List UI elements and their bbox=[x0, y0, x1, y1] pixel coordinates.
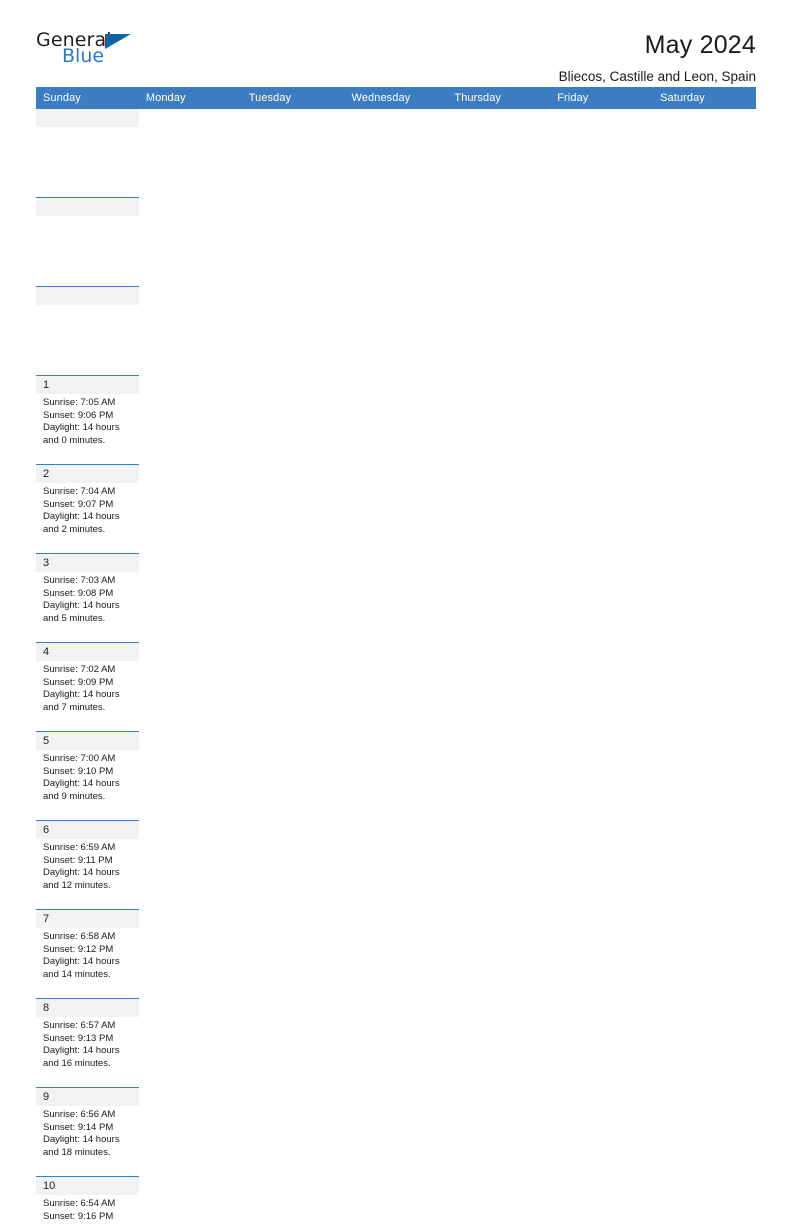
day-number bbox=[36, 198, 139, 216]
calendar-table: Sunday Monday Tuesday Wednesday Thursday Frid… bbox=[36, 87, 756, 1224]
day-sunrise-text: Sunrise: 6:59 AM bbox=[43, 842, 116, 853]
day-sunrise-text: Sunrise: 7:00 AM bbox=[43, 753, 116, 764]
day-sun-info: Sunrise: 7:02 AM Sunset: 9:09 PM Daylight:… bbox=[36, 661, 139, 714]
day-sun-info: Sunrise: 7:04 AM Sunset: 9:07 PM Daylight:… bbox=[36, 483, 139, 536]
day-daylight2-text: and 0 minutes. bbox=[43, 434, 106, 446]
calendar-day-cell[interactable]: 5 Sunrise: 7:00 AM Sunset: 9:10 PM Daylight… bbox=[36, 732, 139, 821]
page-title: May 2024 bbox=[644, 31, 756, 59]
day-sunset-text: Sunset: 9:11 PM bbox=[43, 854, 113, 866]
day-daylight1-text: Daylight: 14 hours bbox=[43, 956, 120, 968]
day-sun-info: Sunrise: 6:58 AM Sunset: 9:12 PM Daylight:… bbox=[36, 928, 139, 981]
day-daylight1-text: Daylight: 14 hours bbox=[43, 1045, 120, 1057]
day-sunset-text: Sunset: 9:09 PM bbox=[43, 676, 114, 688]
day-daylight2-text: and 18 minutes. bbox=[43, 1146, 111, 1158]
day-sun-info: Sunrise: 6:54 AMSunset: 9:16 PMDaylight:… bbox=[36, 1195, 139, 1224]
calendar-day-cell[interactable]: 2 Sunrise: 7:04 AM Sunset: 9:07 PM Daylight… bbox=[36, 465, 139, 554]
day-daylight2-text: and 9 minutes. bbox=[43, 790, 106, 802]
calendar-day-cell-empty bbox=[36, 109, 139, 198]
day-sunrise-text: Sunrise: 7:05 AM bbox=[43, 397, 116, 408]
day-sun-info: Sunrise: 6:56 AM Sunset: 9:14 PM Daylight:… bbox=[36, 1106, 139, 1159]
calendar-day-cell[interactable]: 3 Sunrise: 7:03 AM Sunset: 9:08 PM Daylight… bbox=[36, 554, 139, 643]
day-sunset-text: Sunset: 9:08 PM bbox=[43, 587, 114, 599]
day-daylight2-text: and 14 minutes. bbox=[43, 968, 111, 980]
weekday-header-tuesday: Tuesday bbox=[241, 87, 345, 109]
page-subtitle: Bliecos, Castille and Leon, Spain bbox=[558, 68, 756, 84]
day-daylight1-text: Daylight: 14 hours bbox=[43, 867, 120, 879]
day-daylight1-text: Daylight: 14 hours bbox=[43, 511, 120, 523]
day-number: 9 bbox=[36, 1088, 139, 1106]
day-sunset-text: Sunset: 9:13 PM bbox=[43, 1032, 114, 1044]
calendar-day-cell[interactable]: 6 Sunrise: 6:59 AM Sunset: 9:11 PM Daylight… bbox=[36, 821, 139, 910]
day-sunrise-text: Sunrise: 6:57 AM bbox=[43, 1020, 116, 1031]
calendar-body: 1 Sunrise: 7:05 AM Sunset: 9:06 PM Daylight… bbox=[36, 109, 756, 1224]
calendar-week-row: 5 Sunrise: 7:00 AM Sunset: 9:10 PM Daylight… bbox=[36, 732, 756, 1224]
day-number: 4 bbox=[36, 643, 139, 661]
day-sunset-text: Sunset: 9:14 PM bbox=[43, 1121, 114, 1133]
day-sun-info: Sunrise: 7:05 AM Sunset: 9:06 PM Daylight:… bbox=[36, 394, 139, 447]
page-header: General Blue May 2024 Bliecos, Castille … bbox=[0, 0, 792, 84]
day-number: 7 bbox=[36, 910, 139, 928]
day-sunrise-text: Sunrise: 6:58 AM bbox=[43, 931, 116, 942]
calendar-header-row: Sunday Monday Tuesday Wednesday Thursday Frid… bbox=[36, 87, 756, 109]
day-number: 10 bbox=[36, 1177, 139, 1195]
weekday-header-thursday: Thursday bbox=[447, 87, 551, 109]
calendar-day-cell[interactable]: 1 Sunrise: 7:05 AM Sunset: 9:06 PM Daylight… bbox=[36, 376, 139, 465]
day-number bbox=[36, 287, 139, 305]
calendar-week-row: 1 Sunrise: 7:05 AM Sunset: 9:06 PM Daylight… bbox=[36, 109, 756, 732]
day-sun-info: Sunrise: 6:59 AM Sunset: 9:11 PM Daylight:… bbox=[36, 839, 139, 892]
day-sunset-text: Sunset: 9:16 PM bbox=[43, 1210, 114, 1222]
calendar-page: General Blue May 2024 Bliecos, Castille … bbox=[0, 0, 792, 1224]
day-sun-info: Sunrise: 7:03 AM Sunset: 9:08 PM Daylight:… bbox=[36, 572, 139, 625]
day-daylight1-text: Daylight: 14 hours bbox=[43, 1134, 120, 1146]
day-daylight2-text: and 5 minutes. bbox=[43, 612, 106, 624]
day-sunset-text: Sunset: 9:12 PM bbox=[43, 943, 114, 955]
day-number: 6 bbox=[36, 821, 139, 839]
day-number: 8 bbox=[36, 999, 139, 1017]
day-sunset-text: Sunset: 9:07 PM bbox=[43, 498, 114, 510]
calendar-day-cell[interactable]: 7 Sunrise: 6:58 AM Sunset: 9:12 PM Daylight… bbox=[36, 910, 139, 999]
day-daylight2-text: and 2 minutes. bbox=[43, 523, 106, 535]
calendar-day-cell[interactable]: 10Sunrise: 6:54 AMSunset: 9:16 PMDayligh… bbox=[36, 1177, 139, 1224]
day-sunrise-text: Sunrise: 6:54 AM bbox=[43, 1198, 116, 1209]
day-number: 1 bbox=[36, 376, 139, 394]
calendar-day-cell[interactable]: 8 Sunrise: 6:57 AM Sunset: 9:13 PM Daylight… bbox=[36, 999, 139, 1088]
day-sunset-text: Sunset: 9:10 PM bbox=[43, 765, 114, 777]
weekday-header-sunday: Sunday bbox=[36, 87, 139, 109]
calendar-day-cell-empty bbox=[36, 287, 139, 376]
weekday-header-saturday: Saturday bbox=[653, 87, 756, 109]
day-sun-info: Sunrise: 7:00 AM Sunset: 9:10 PM Daylight:… bbox=[36, 750, 139, 803]
day-sunrise-text: Sunrise: 7:03 AM bbox=[43, 575, 116, 586]
calendar-day-cell[interactable]: 9 Sunrise: 6:56 AM Sunset: 9:14 PM Daylight… bbox=[36, 1088, 139, 1177]
logo-triangle-icon bbox=[105, 34, 131, 49]
day-daylight1-text: Daylight: 14 hours bbox=[43, 600, 120, 612]
day-daylight2-text: and 12 minutes. bbox=[43, 879, 111, 891]
day-daylight2-text: and 7 minutes. bbox=[43, 701, 106, 713]
calendar-wrapper: Sunday Monday Tuesday Wednesday Thursday Frid… bbox=[0, 87, 792, 1224]
day-daylight1-text: Daylight: 14 hours bbox=[43, 689, 120, 701]
calendar-day-cell-empty bbox=[36, 198, 139, 287]
day-sun-info: Sunrise: 6:57 AM Sunset: 9:13 PM Daylight:… bbox=[36, 1017, 139, 1070]
title-block: May 2024 Bliecos, Castille and Leon, Spa… bbox=[559, 31, 756, 84]
day-sunrise-text: Sunrise: 7:02 AM bbox=[43, 664, 116, 675]
general-blue-logo[interactable]: General Blue bbox=[36, 31, 148, 75]
day-daylight1-text: Daylight: 14 hours bbox=[43, 1223, 134, 1224]
day-number: 5 bbox=[36, 732, 139, 750]
day-daylight2-text: and 16 minutes. bbox=[43, 1057, 111, 1069]
day-daylight1-text: Daylight: 14 hours bbox=[43, 422, 120, 434]
weekday-header-wednesday: Wednesday bbox=[344, 87, 448, 109]
weekday-header-friday: Friday bbox=[550, 87, 654, 109]
day-sunset-text: Sunset: 9:06 PM bbox=[43, 409, 114, 421]
day-number: 3 bbox=[36, 554, 139, 572]
weekday-header-monday: Monday bbox=[138, 87, 242, 109]
day-number bbox=[36, 109, 139, 127]
day-sunrise-text: Sunrise: 7:04 AM bbox=[43, 486, 116, 497]
day-daylight1-text: Daylight: 14 hours bbox=[43, 778, 120, 790]
calendar-day-cell[interactable]: 4 Sunrise: 7:02 AM Sunset: 9:09 PM Daylight… bbox=[36, 643, 139, 732]
day-number: 2 bbox=[36, 465, 139, 483]
day-sunrise-text: Sunrise: 6:56 AM bbox=[43, 1109, 116, 1120]
